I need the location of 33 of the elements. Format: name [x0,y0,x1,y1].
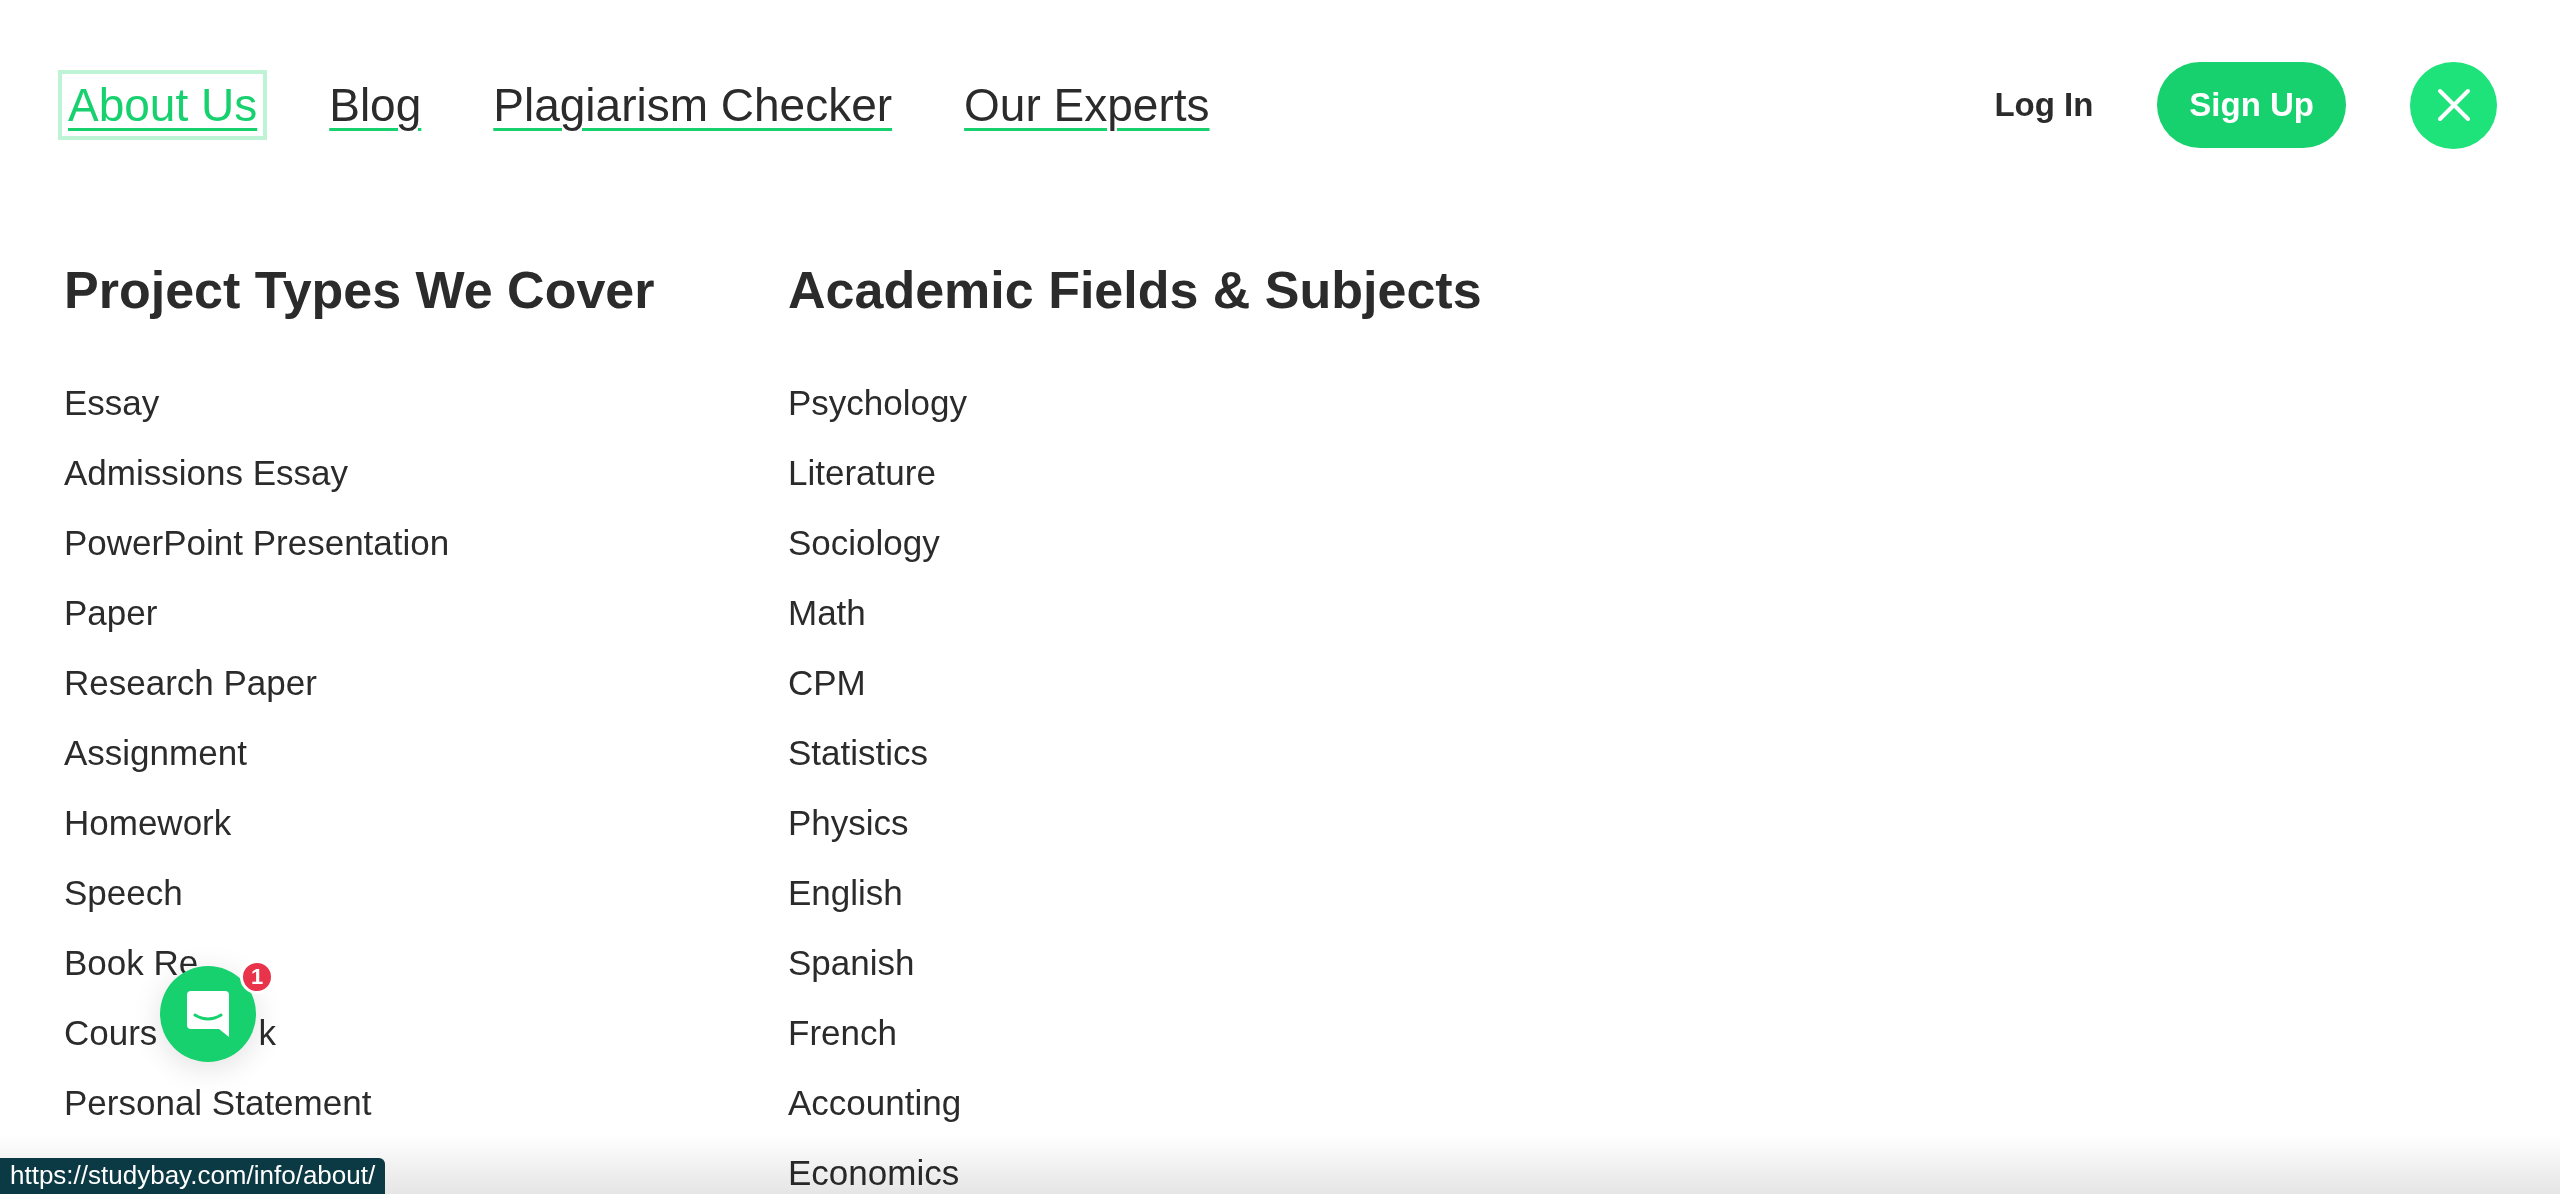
menu-link[interactable]: Literature [788,453,936,492]
menu-link[interactable]: Sociology [788,523,940,562]
menu-link[interactable]: Research Paper [64,663,317,702]
nav-link[interactable]: Plagiarism Checker [483,70,903,140]
menu-link[interactable]: Cours [64,1013,158,1052]
menu-link[interactable]: Essay [64,383,160,422]
close-icon [2436,88,2471,122]
menu-link[interactable]: Paper [64,593,158,632]
nav-link[interactable]: Blog [319,70,432,140]
status-url: https://studybay.com/info/about/ [0,1158,386,1194]
login-link[interactable]: Log In [1994,86,2094,124]
menu-link[interactable]: Speech [64,873,183,912]
column-heading: Academic Fields & Subjects [788,260,1483,320]
menu-link[interactable]: Physics [788,803,909,842]
menu-link[interactable]: Statistics [788,733,929,772]
notification-badge: 1 [240,960,274,994]
chat-bubble-icon [187,991,229,1037]
menu-link[interactable]: Admissions Essay [64,453,348,492]
menu-link[interactable]: Accounting [788,1083,962,1122]
menu-link[interactable]: Homework [64,803,232,842]
text-fragment: k [258,1013,276,1052]
menu-link[interactable]: Personal Statement [64,1083,372,1122]
menu-link[interactable]: French [788,1013,897,1052]
column-heading: Project Types We Cover [64,260,656,320]
nav-link[interactable]: Our Experts [954,70,1220,140]
menu-link[interactable]: PowerPoint Presentation [64,523,450,562]
menu-link[interactable]: Psychology [788,383,967,422]
menu-link[interactable]: Economics [788,1153,960,1192]
menu-link[interactable]: Spanish [788,943,915,982]
menu-link[interactable]: English [788,873,903,912]
menu-link[interactable]: Assignment [64,733,247,772]
menu-link[interactable]: Math [788,593,866,632]
menu-link[interactable]: CPM [788,663,866,702]
